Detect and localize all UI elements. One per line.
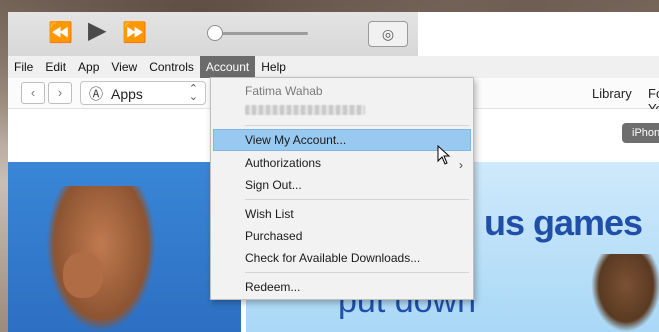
menu-edit[interactable]: Edit <box>39 56 72 78</box>
nav-library[interactable]: Library <box>592 86 632 101</box>
menu-wish-list[interactable]: Wish List <box>245 207 294 221</box>
menu-sign-out[interactable]: Sign Out... <box>245 178 302 192</box>
menu-authorizations[interactable]: Authorizations <box>245 156 321 170</box>
banner-title: us games <box>484 202 643 243</box>
game-character-image <box>591 254 659 332</box>
account-email-redacted <box>245 105 365 115</box>
rewind-icon[interactable]: ⏪ <box>48 21 73 45</box>
menu-app[interactable]: App <box>72 56 105 78</box>
titlebar-empty <box>418 12 659 56</box>
back-button[interactable]: ‹ <box>21 82 45 104</box>
media-kind-select[interactable]: Ⓐ Apps ⌃ ⌄ <box>80 81 206 105</box>
menu-separator <box>245 125 469 126</box>
player-controls-bar: ⏪ ▶ ⏩ ◎ <box>8 12 418 57</box>
forward-button[interactable]: › <box>48 82 72 104</box>
menu-view-my-account[interactable]: View My Account... <box>245 133 346 147</box>
chevron-left-icon: ‹ <box>30 85 36 100</box>
account-dropdown-menu: Fatima Wahab View My Account... Authoriz… <box>210 77 474 300</box>
media-kind-label: Apps <box>111 86 143 102</box>
menu-check-downloads[interactable]: Check for Available Downloads... <box>245 251 420 265</box>
menu-view[interactable]: View <box>105 56 143 78</box>
fast-forward-icon[interactable]: ⏩ <box>122 21 147 45</box>
account-user-name: Fatima Wahab <box>245 84 323 98</box>
hero-character-image <box>46 186 156 332</box>
menu-file[interactable]: File <box>8 56 39 78</box>
apps-icon: Ⓐ <box>89 86 103 102</box>
play-icon[interactable]: ▶ <box>88 19 106 43</box>
updown-chevron-icon: ⌃ ⌄ <box>188 83 198 103</box>
menu-help[interactable]: Help <box>255 56 292 78</box>
volume-slider-knob[interactable] <box>207 25 223 41</box>
chevron-right-icon: › <box>57 85 63 100</box>
menu-redeem[interactable]: Redeem... <box>245 280 300 294</box>
featured-banner-left[interactable] <box>8 162 241 332</box>
chevron-right-icon: › <box>459 158 463 172</box>
menu-purchased[interactable]: Purchased <box>245 229 302 243</box>
menu-separator <box>245 199 469 200</box>
menu-account[interactable]: Account <box>199 56 256 78</box>
volume-slider-track[interactable] <box>212 32 308 35</box>
device-filter-chip[interactable]: iPhone <box>622 123 659 143</box>
menu-controls[interactable]: Controls <box>143 56 200 78</box>
hero-head-image <box>63 252 103 298</box>
menubar: File Edit App View Controls Account Help <box>8 56 659 78</box>
airplay-icon[interactable]: ◎ <box>368 21 408 47</box>
menu-separator <box>245 272 469 273</box>
